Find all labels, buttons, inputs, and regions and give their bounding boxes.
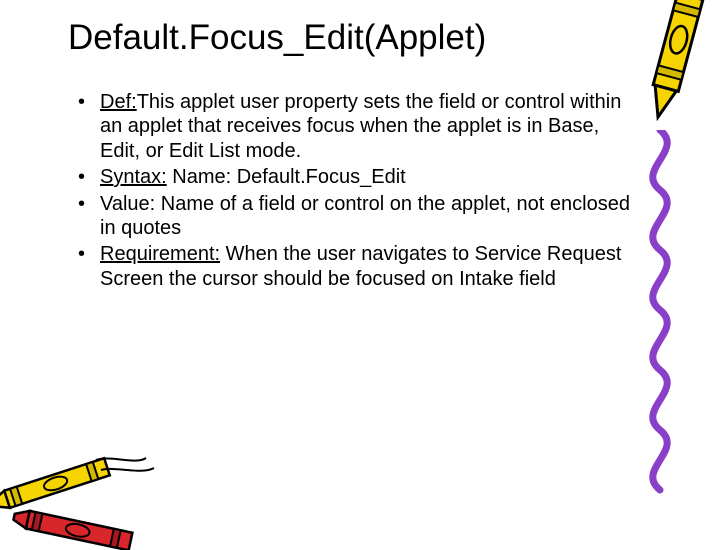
bullet-item: Requirement: When the user navigates to … bbox=[78, 242, 630, 291]
bullet-label: Syntax: bbox=[100, 166, 167, 188]
bullet-item: Def:This applet user property sets the f… bbox=[78, 90, 630, 163]
slide: Default.Focus_Edit(Applet) Def:This appl… bbox=[0, 0, 720, 540]
crayons-icon bbox=[0, 400, 186, 550]
bullet-item: Syntax: Name: Default.Focus_Edit bbox=[78, 165, 630, 189]
bullet-text: This applet user property sets the field… bbox=[100, 91, 621, 162]
bullet-text: Name: Default.Focus_Edit bbox=[167, 166, 406, 188]
bullet-list: Def:This applet user property sets the f… bbox=[60, 90, 630, 291]
bullet-label: Def: bbox=[100, 91, 137, 113]
slide-title: Default.Focus_Edit(Applet) bbox=[68, 18, 630, 58]
bullet-label: Requirement: bbox=[100, 243, 220, 265]
bullet-item: Value: Name of a field or control on the… bbox=[78, 192, 630, 241]
crayon-icon bbox=[638, 0, 708, 129]
squiggle-icon bbox=[630, 130, 690, 500]
bullet-text: Value: Name of a field or control on the… bbox=[100, 193, 630, 239]
